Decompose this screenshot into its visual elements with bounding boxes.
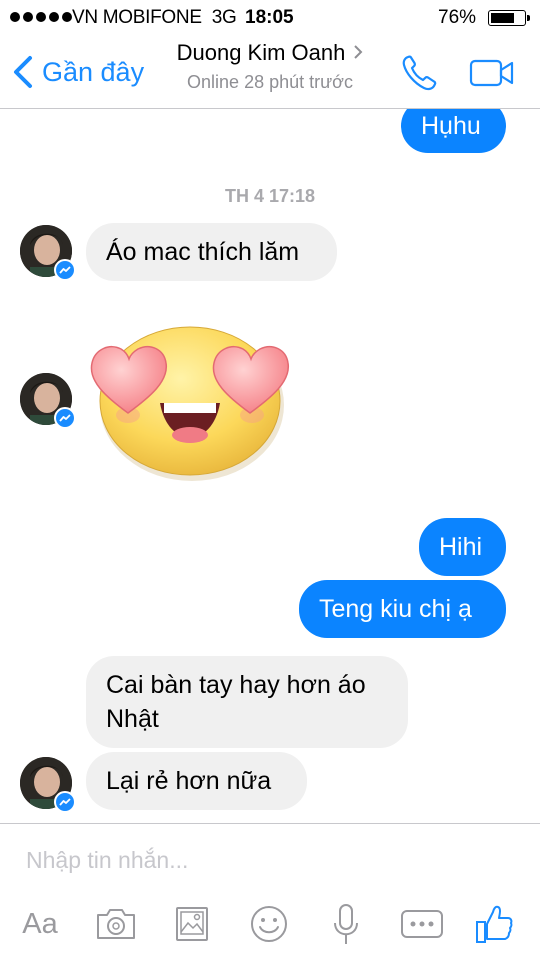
message-bubble-incoming[interactable]: Lại rẻ hơn nữa [86,752,307,810]
message-bubble-incoming[interactable]: Áo mac thích lăm [86,223,337,281]
message-timestamp: TH 4 17:18 [224,186,316,206]
contact-avatar[interactable] [20,373,76,429]
network-type: 3G [211,7,237,28]
contact-title[interactable]: Duong Kim Oanh Online 28 phút trước [150,40,390,93]
message-bubble-incoming[interactable]: Cai bàn tay hay hơn áo Nhật [86,656,408,748]
microphone-icon[interactable] [330,902,362,946]
status-time: 18:05 [245,7,294,28]
phone-icon[interactable] [400,54,440,92]
thumbs-up-icon[interactable] [474,902,514,946]
battery-icon [488,10,530,26]
message-text: Teng kiu chị ạ [319,595,472,623]
conversation-header: Gần đây Duong Kim Oanh Online 28 phút tr… [0,36,540,109]
contact-avatar[interactable] [20,225,76,281]
contact-status: Online 28 phút trước [187,72,353,92]
carrier-name: VN MOBIFONE [72,7,202,28]
message-bubble-outgoing[interactable]: Hụhu [401,109,506,153]
photo-gallery-icon[interactable] [173,902,213,946]
camera-icon[interactable] [95,902,137,946]
emoji-icon[interactable] [248,902,290,946]
message-bubble-outgoing[interactable]: Hihi [419,518,506,576]
message-composer: Aa [0,823,540,961]
composer-toolbar: Aa [0,902,540,946]
message-text: Cai bàn tay hay hơn áo Nhật [106,671,366,733]
message-text: Lại rẻ hơn nữa [106,767,272,795]
messenger-badge-icon [54,791,76,813]
back-chevron-icon [14,56,32,88]
status-bar: VN MOBIFONE 3G 18:05 76% [0,0,540,36]
battery-fill [491,13,514,23]
heart-eyes-emoji-sticker[interactable] [88,315,292,487]
text-format-button[interactable]: Aa [18,902,62,946]
battery-percent: 76% [438,7,477,28]
contact-name: Duong Kim Oanh [176,40,346,65]
carrier-label: VN MOBIFONE 3G [72,7,237,29]
more-icon[interactable] [399,902,445,946]
contact-avatar[interactable] [20,757,76,813]
back-button[interactable]: Gần đây [12,52,144,92]
message-text: Áo mac thích lăm [106,238,300,266]
message-bubble-outgoing[interactable]: Teng kiu chị ạ [299,580,506,638]
back-button-label: Gần đây [42,56,145,87]
message-input[interactable] [26,840,506,880]
message-text: Hụhu [421,112,481,140]
messenger-badge-icon [54,259,76,281]
chevron-right-icon [354,45,363,59]
message-list[interactable]: Hụhu TH 4 17:18 Áo mac thích lăm Hihi Te… [0,109,540,823]
message-text: Hihi [439,533,483,561]
video-camera-icon[interactable] [469,56,515,90]
signal-strength-icon [10,12,72,22]
messenger-badge-icon [54,407,76,429]
